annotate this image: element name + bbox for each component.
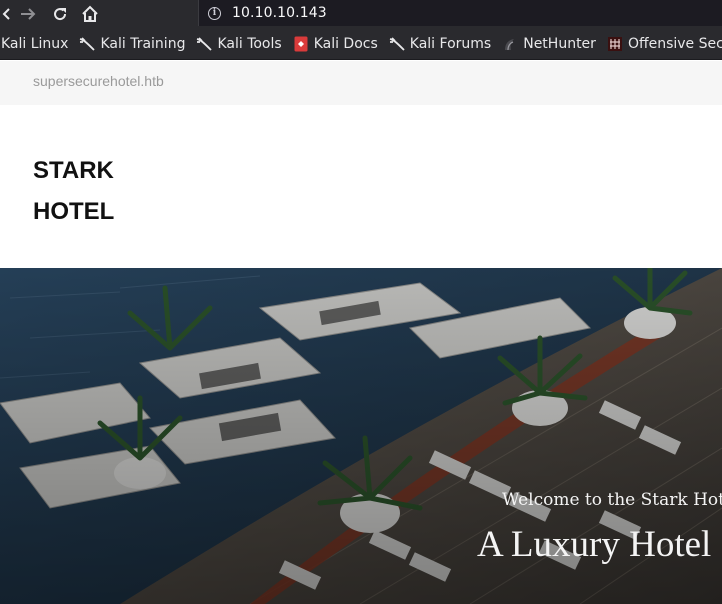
bookmark-kali-docs[interactable]: Kali Docs (293, 28, 378, 59)
site-top-bar: supersecurehotel.htb (0, 61, 722, 105)
bookmark-kali-training[interactable]: Kali Training (79, 28, 186, 59)
bookmark-label: Kali Forums (409, 35, 492, 52)
bookmark-label: Offensive Securi (627, 35, 722, 52)
site-logo[interactable]: STARK HOTEL (33, 150, 114, 232)
bookmarks-bar: Kali Linux Kali Training Kali Tools Kali… (0, 28, 722, 60)
hero-title: A Luxury Hotel (477, 524, 712, 565)
kali-docs-icon (293, 36, 309, 52)
browser-toolbar: i 10.10.10.143 (0, 0, 722, 28)
hero-banner: Welcome to the Stark Hotel A Luxury Hote… (0, 268, 722, 604)
kali-dragon-icon (79, 36, 96, 52)
url-text: 10.10.10.143 (232, 5, 327, 21)
nethunter-icon (502, 36, 518, 52)
bookmark-label: Kali Tools (217, 35, 282, 52)
hero-subtitle: Welcome to the Stark Hotel (502, 490, 722, 510)
forward-button[interactable] (14, 0, 42, 28)
url-bar[interactable]: i 10.10.10.143 (198, 0, 722, 26)
bookmark-label: Kali Training (100, 35, 186, 52)
brand-line-2: HOTEL (33, 198, 115, 225)
kali-dragon-icon (196, 36, 213, 52)
bookmark-offensive-security[interactable]: Offensive Securi (607, 28, 722, 59)
kali-dragon-icon (389, 36, 405, 52)
brand-line-1: STARK (33, 157, 114, 184)
bookmark-kali-tools[interactable]: Kali Tools (196, 28, 282, 59)
bookmark-label: Kali Linux (1, 35, 69, 52)
bookmark-label: NetHunter (523, 35, 596, 52)
site-domain-text: supersecurehotel.htb (33, 73, 164, 89)
bookmark-nethunter[interactable]: NetHunter (502, 28, 596, 59)
reload-button[interactable] (46, 0, 74, 28)
back-button[interactable] (0, 0, 12, 28)
offsec-icon (607, 36, 623, 52)
site-info-icon[interactable]: i (208, 6, 221, 20)
bookmark-label: Kali Docs (313, 35, 378, 52)
bookmark-kali-linux[interactable]: Kali Linux (1, 28, 69, 59)
bookmark-kali-forums[interactable]: Kali Forums (389, 28, 492, 59)
home-button[interactable] (76, 0, 104, 28)
